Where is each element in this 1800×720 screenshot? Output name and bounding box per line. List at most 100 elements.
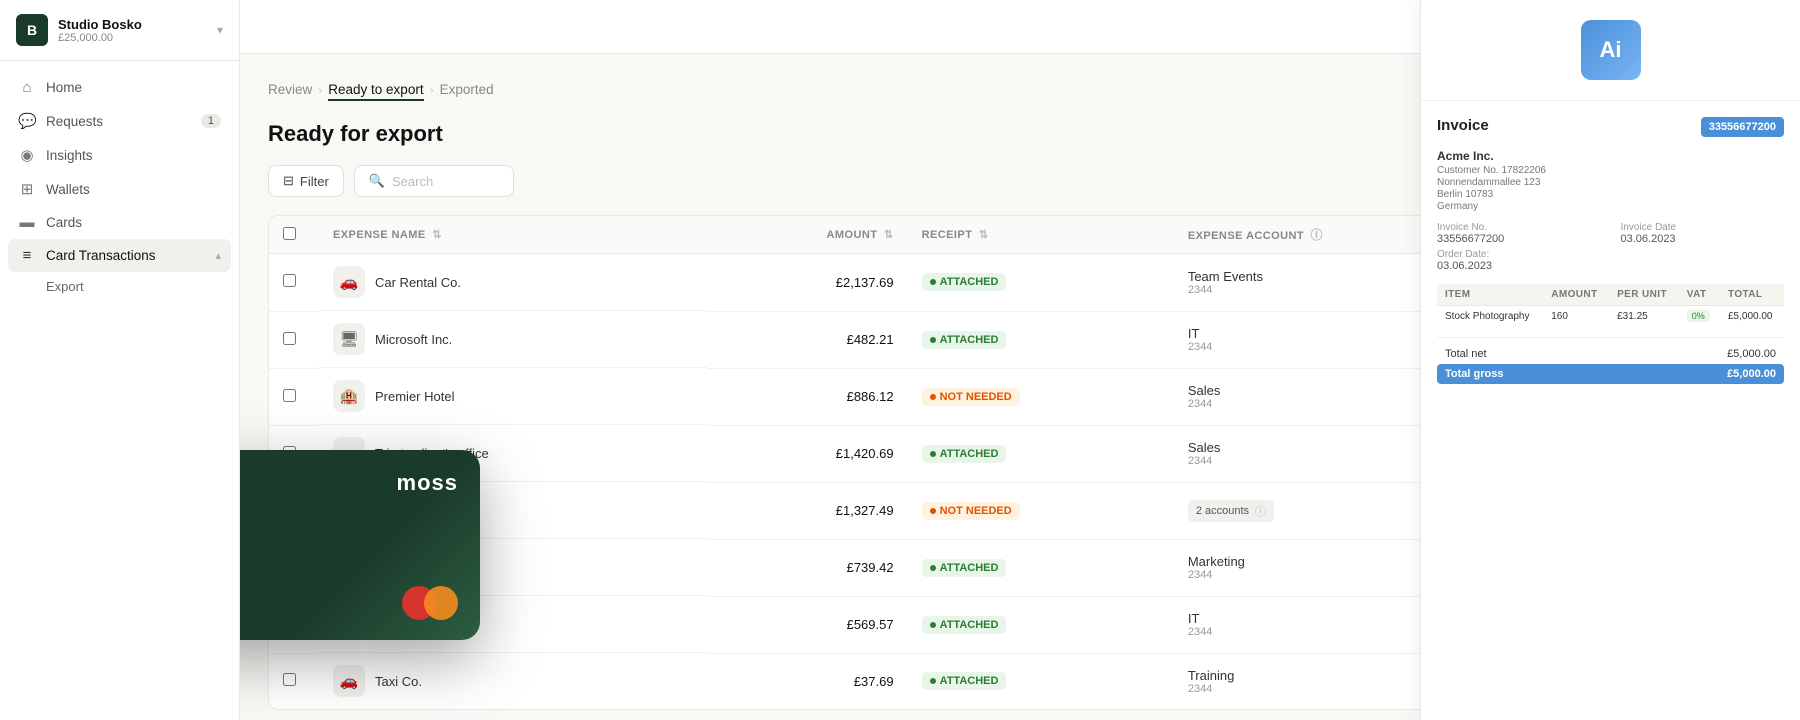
total-net-label: Total net xyxy=(1445,348,1487,360)
chevron-up-icon: ▴ xyxy=(215,249,221,262)
row-checkbox-cell[interactable] xyxy=(269,368,319,425)
sidebar-item-export-label: Export xyxy=(46,279,84,294)
chevron-down-icon: ▾ xyxy=(217,23,223,37)
expense-name-cell: 🚗 Taxi Co. xyxy=(319,653,707,709)
sidebar-item-home[interactable]: ⌂ Home xyxy=(8,71,231,104)
search-icon: 🔍 xyxy=(369,173,385,189)
sidebar-item-insights-label: Insights xyxy=(46,148,93,163)
company-switcher[interactable]: B Studio Bosko £25,000.00 ▾ xyxy=(0,0,239,61)
home-icon: ⌂ xyxy=(18,79,36,96)
company-budget: £25,000.00 xyxy=(58,32,207,44)
row-checkbox-cell[interactable] xyxy=(269,653,319,709)
expense-name: Microsoft Inc. xyxy=(375,332,452,347)
filter-button[interactable]: ⊟ Filter xyxy=(268,165,344,197)
invoice-customer-no: Customer No. 17822206 xyxy=(1437,165,1784,176)
breadcrumb-sep-1: › xyxy=(318,83,322,97)
receipt-badge: ATTACHED xyxy=(922,331,1007,349)
cards-icon: ▬ xyxy=(18,214,36,231)
vat-col-header: VAT xyxy=(1679,284,1720,306)
expense-name: Car Rental Co. xyxy=(375,275,461,290)
order-date-value: 03.06.2023 xyxy=(1437,260,1601,272)
adobe-logo: Ai xyxy=(1581,20,1641,80)
sidebar-item-export[interactable]: Export xyxy=(8,272,231,301)
row-checkbox[interactable] xyxy=(283,274,296,287)
select-all-header[interactable] xyxy=(269,216,319,254)
invoice-company: Acme Inc. xyxy=(1437,149,1784,163)
invoice-no-label: Invoice No. xyxy=(1437,222,1601,233)
main-content: + New Request ? 📢 🔔 SB Review › Ready to… xyxy=(240,0,1800,720)
amount-cell: £1,327.49 xyxy=(707,482,908,539)
card-transactions-icon: ≡ xyxy=(18,247,36,264)
sidebar-item-wallets-label: Wallets xyxy=(46,182,90,197)
mastercard-logo xyxy=(402,586,458,620)
receipt-badge: ATTACHED xyxy=(922,445,1007,463)
invoice-country: Germany xyxy=(1437,201,1784,212)
select-all-checkbox[interactable] xyxy=(283,227,296,240)
row-checkbox[interactable] xyxy=(283,332,296,345)
receipt-cell: ATTACHED xyxy=(908,653,1174,709)
total-net-row: Total net £5,000.00 xyxy=(1437,344,1784,364)
row-checkbox[interactable] xyxy=(283,389,296,402)
row-checkbox-cell[interactable] xyxy=(269,311,319,368)
breadcrumb-sep-2: › xyxy=(430,83,434,97)
breadcrumb-exported[interactable]: Exported xyxy=(440,78,494,101)
receipt-cell: ATTACHED xyxy=(908,254,1174,312)
sidebar-item-requests-label: Requests xyxy=(46,114,103,129)
breadcrumb-review[interactable]: Review xyxy=(268,78,312,101)
line-total: £5,000.00 xyxy=(1720,306,1784,328)
sidebar-item-requests[interactable]: 💬 Requests 1 xyxy=(8,104,231,138)
expense-name-header[interactable]: EXPENSE NAME ⇅ xyxy=(319,216,707,254)
sidebar-item-card-transactions[interactable]: ≡ Card Transactions ▴ xyxy=(8,239,231,272)
receipt-badge: ATTACHED xyxy=(922,672,1007,690)
card-brand-logo: moss xyxy=(397,470,458,496)
receipt-badge: NOT NEEDED xyxy=(922,388,1020,406)
multi-account-badge: 2 accounts ⓘ xyxy=(1188,500,1274,522)
floating-card: moss corporate xyxy=(240,450,480,640)
per-unit-col-header: Per unit xyxy=(1609,284,1679,306)
sidebar-item-home-label: Home xyxy=(46,80,82,95)
amount-col-header: Amount xyxy=(1543,284,1609,306)
company-info: Studio Bosko £25,000.00 xyxy=(58,17,207,44)
total-col-header: Total xyxy=(1720,284,1784,306)
total-gross-value: £5,000.00 xyxy=(1727,368,1776,380)
wallets-icon: ⊞ xyxy=(18,180,36,198)
amount-header[interactable]: AMOUNT ⇅ xyxy=(707,216,908,254)
invoice-logo-wrap: Ai xyxy=(1421,0,1800,101)
amount-cell: £37.69 xyxy=(707,653,908,709)
expense-icon: 🚗 xyxy=(333,266,365,298)
requests-icon: 💬 xyxy=(18,112,36,130)
invoice-line-items: Item Amount Per unit VAT Total Stock Pho… xyxy=(1437,284,1784,327)
row-checkbox[interactable] xyxy=(283,673,296,686)
invoice-preview-panel: Ai Invoice 33556677200 Acme Inc. Custome… xyxy=(1420,0,1800,720)
receipt-cell: ATTACHED xyxy=(908,425,1174,482)
receipt-badge: ATTACHED xyxy=(922,616,1007,634)
breadcrumb-ready-to-export[interactable]: Ready to export xyxy=(328,78,423,101)
invoice-date-value: 03.06.2023 xyxy=(1621,233,1785,245)
invoice-line-row: Stock Photography 160 £31.25 0% £5,000.0… xyxy=(1437,306,1784,328)
expense-name: Premier Hotel xyxy=(375,389,454,404)
amount-cell: £569.57 xyxy=(707,596,908,653)
filter-label: Filter xyxy=(300,174,329,189)
receipt-header[interactable]: RECEIPT ⇅ xyxy=(908,216,1174,254)
amount-cell: £886.12 xyxy=(707,368,908,425)
sort-icon: ⇅ xyxy=(979,229,989,241)
sidebar-item-insights[interactable]: ◉ Insights xyxy=(8,138,231,172)
amount-cell: £482.21 xyxy=(707,311,908,368)
expense-icon: 🖥 xyxy=(333,323,365,355)
line-amount: 160 xyxy=(1543,306,1609,328)
invoice-no-value: 33556677200 xyxy=(1437,233,1601,245)
receipt-cell: ATTACHED xyxy=(908,311,1174,368)
sidebar-item-cards-label: Cards xyxy=(46,215,82,230)
help-circle-icon: ⓘ xyxy=(1311,228,1323,242)
invoice-ref-box: 33556677200 xyxy=(1701,117,1784,137)
receipt-badge: ATTACHED xyxy=(922,273,1007,291)
sidebar-item-wallets[interactable]: ⊞ Wallets xyxy=(8,172,231,206)
row-checkbox-cell[interactable] xyxy=(269,254,319,312)
receipt-badge: NOT NEEDED xyxy=(922,502,1020,520)
sort-icon: ⇅ xyxy=(432,229,442,241)
sidebar-item-cards[interactable]: ▬ Cards xyxy=(8,206,231,239)
search-bar[interactable]: 🔍 Search xyxy=(354,165,514,197)
insights-icon: ◉ xyxy=(18,146,36,164)
total-net-value: £5,000.00 xyxy=(1727,348,1776,360)
sidebar-item-card-transactions-label: Card Transactions xyxy=(46,248,156,263)
